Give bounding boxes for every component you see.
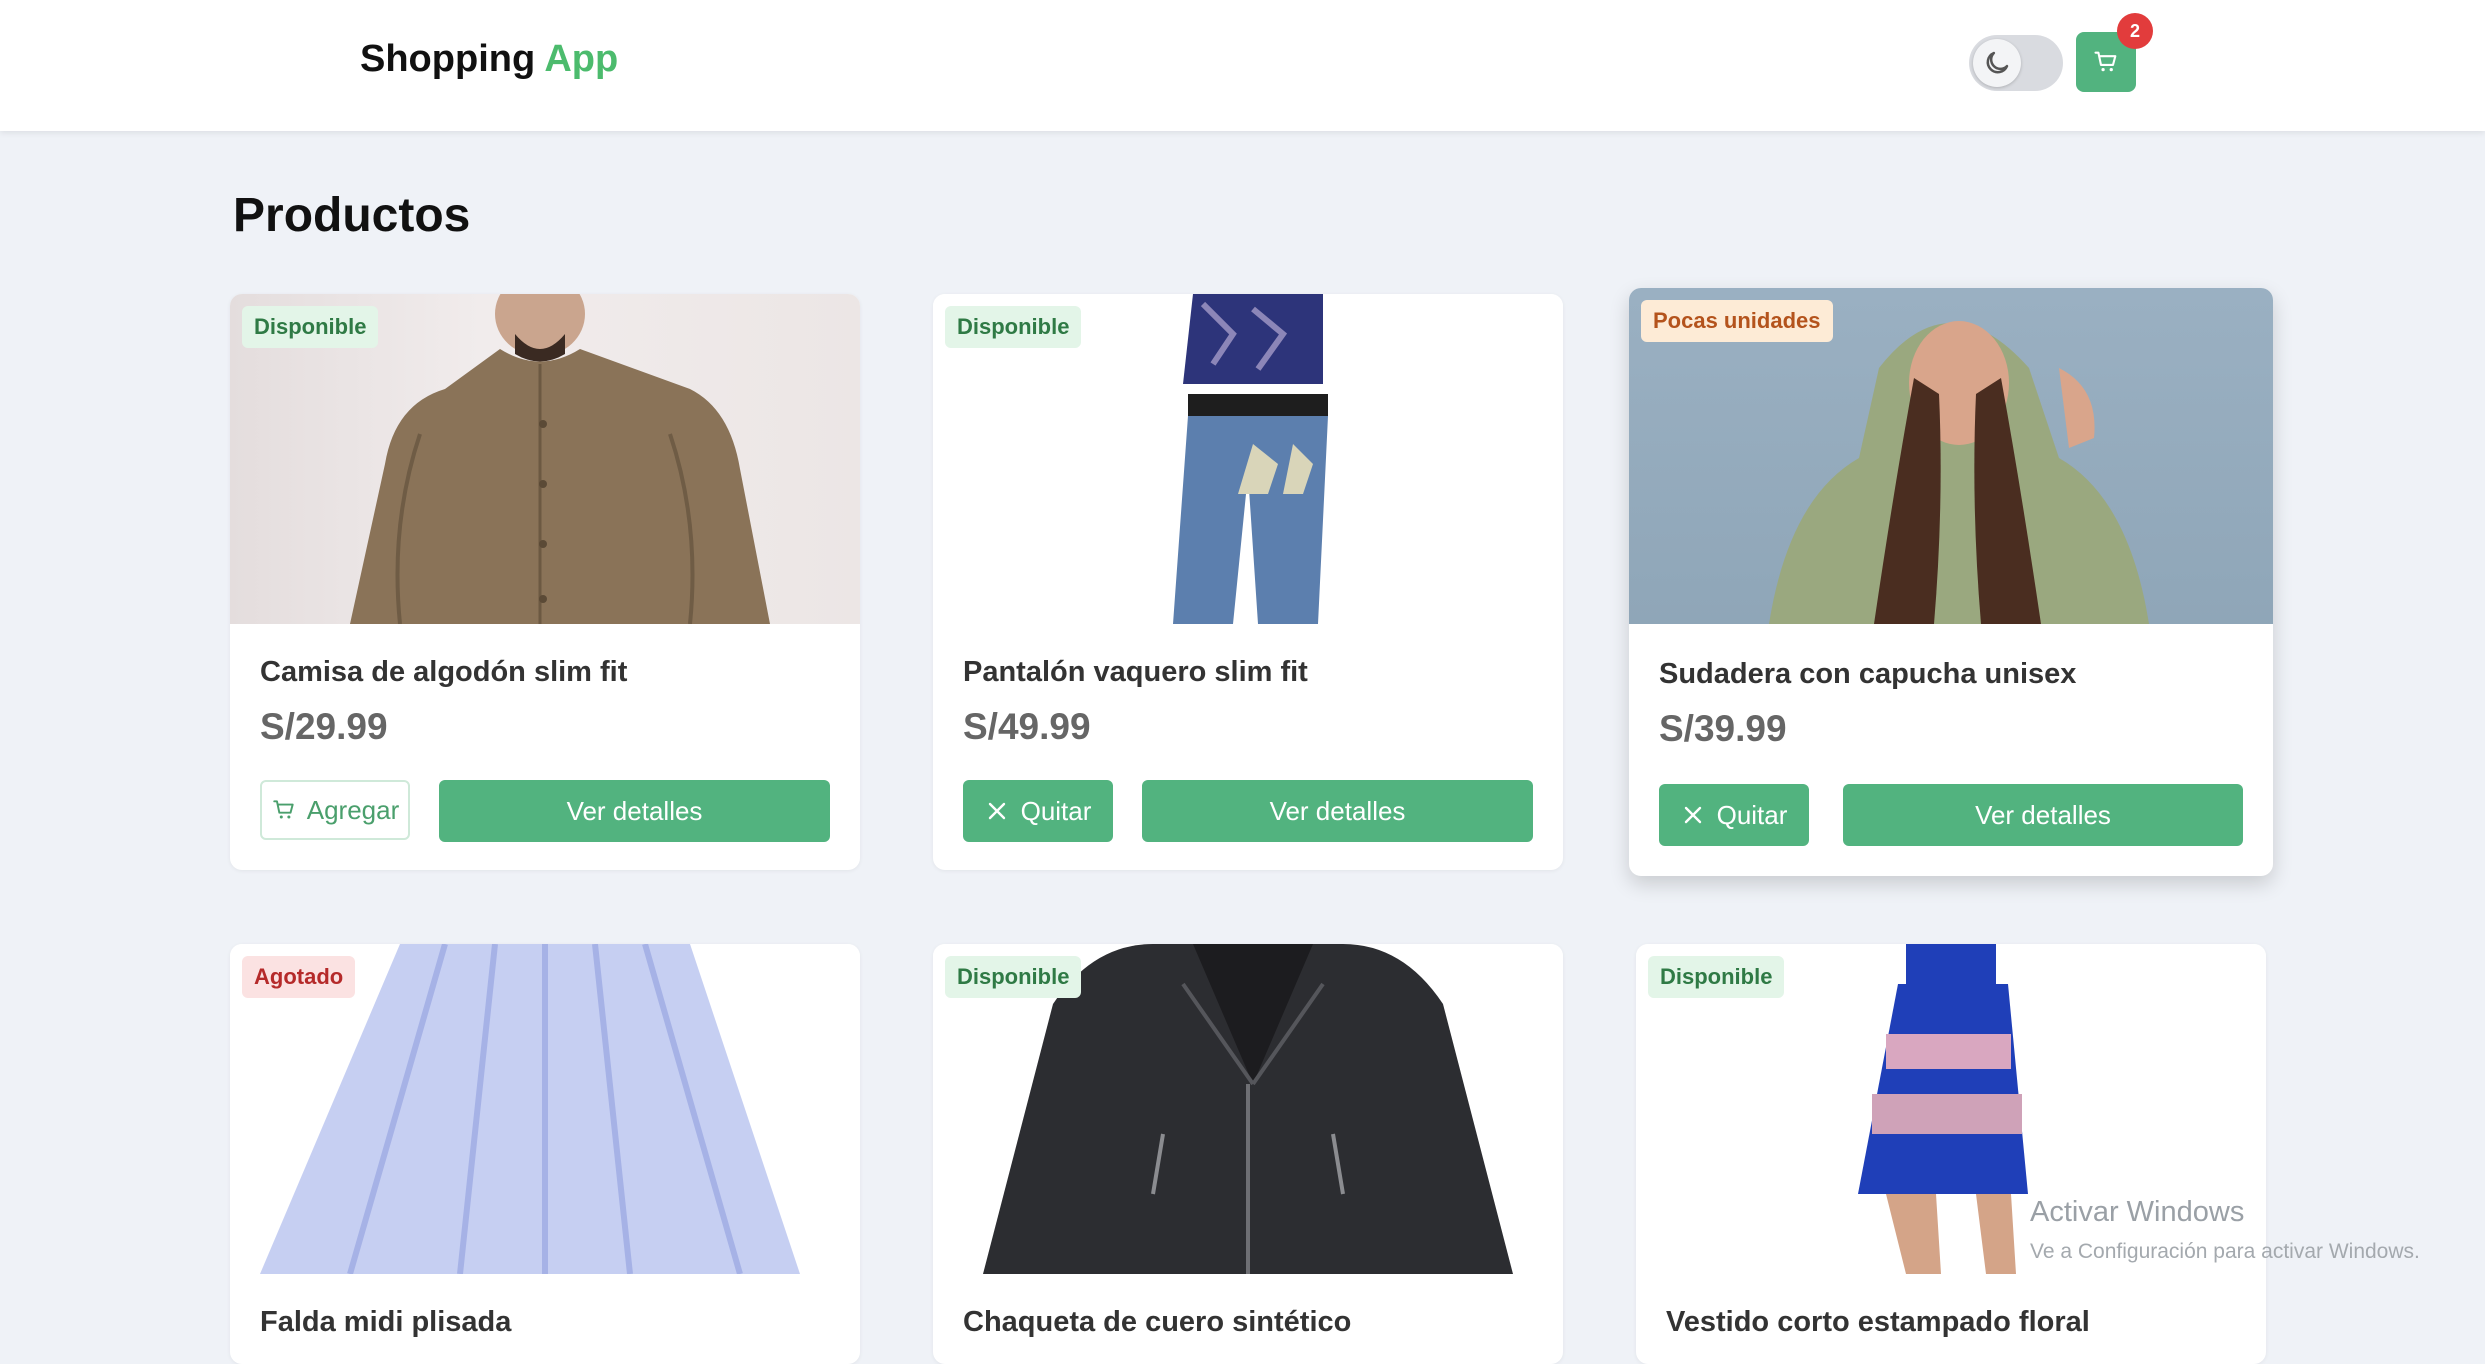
brand-name: Shopping xyxy=(360,38,545,80)
product-price: S/39.99 xyxy=(1659,708,1787,749)
view-details-button[interactable]: Ver detalles xyxy=(1142,780,1533,842)
product-card: Disponible Vestido corto estampado flora… xyxy=(1636,944,2266,1364)
remove-from-cart-button[interactable]: Quitar xyxy=(963,780,1113,842)
product-price: S/49.99 xyxy=(963,706,1091,747)
product-name: Chaqueta de cuero sintético xyxy=(963,1306,1352,1338)
theme-toggle-knob xyxy=(1973,39,2021,87)
theme-toggle[interactable] xyxy=(1969,35,2063,91)
product-price: S/29.99 xyxy=(260,706,388,747)
product-name: Camisa de algodón slim fit xyxy=(260,656,628,688)
status-badge: Disponible xyxy=(945,956,1082,998)
view-details-button[interactable]: Ver detalles xyxy=(439,780,830,842)
top-navbar: Shopping App 2 xyxy=(0,0,2485,131)
page-title: Productos xyxy=(233,189,471,242)
add-to-cart-label: Agregar xyxy=(306,794,400,825)
status-badge: Disponible xyxy=(945,306,1082,348)
remove-from-cart-label: Quitar xyxy=(1020,795,1092,826)
remove-from-cart-label: Quitar xyxy=(1716,799,1788,830)
product-card: Disponible Chaqueta de cuero sintético xyxy=(933,944,1563,1364)
view-details-button[interactable]: Ver detalles xyxy=(1843,784,2243,846)
status-badge: Agotado xyxy=(242,956,356,998)
product-card: Agotado Falda midi plisada xyxy=(230,944,860,1364)
product-name: Falda midi plisada xyxy=(260,1306,512,1338)
brand-accent: App xyxy=(544,38,619,80)
brand-logo[interactable]: Shopping App xyxy=(360,38,618,81)
add-to-cart-button[interactable]: Agregar xyxy=(260,780,410,840)
close-icon xyxy=(988,802,1005,820)
product-name: Vestido corto estampado floral xyxy=(1666,1306,2090,1338)
cart-count-badge: 2 xyxy=(2117,13,2153,49)
cart-icon xyxy=(273,800,294,819)
remove-from-cart-button[interactable]: Quitar xyxy=(1659,784,1809,846)
windows-activation-subtitle: Ve a Configuración para activar Windows. xyxy=(2030,1240,2420,1263)
product-card: Disponible Camisa de algodón slim fit S/… xyxy=(230,294,860,870)
status-badge: Disponible xyxy=(1648,956,1785,998)
status-badge: Pocas unidades xyxy=(1641,300,1833,342)
product-card: Disponible Pantalón vaquero slim fit S/4… xyxy=(933,294,1563,870)
product-name: Sudadera con capucha unisex xyxy=(1659,658,2077,690)
close-icon xyxy=(1684,806,1701,824)
status-badge: Disponible xyxy=(242,306,379,348)
cart-icon xyxy=(2094,51,2117,72)
product-card: Pocas unidades Sudadera con capucha unis… xyxy=(1629,288,2273,876)
product-name: Pantalón vaquero slim fit xyxy=(963,656,1308,688)
windows-activation-title: Activar Windows xyxy=(2030,1196,2245,1228)
moon-icon xyxy=(1986,51,2009,74)
